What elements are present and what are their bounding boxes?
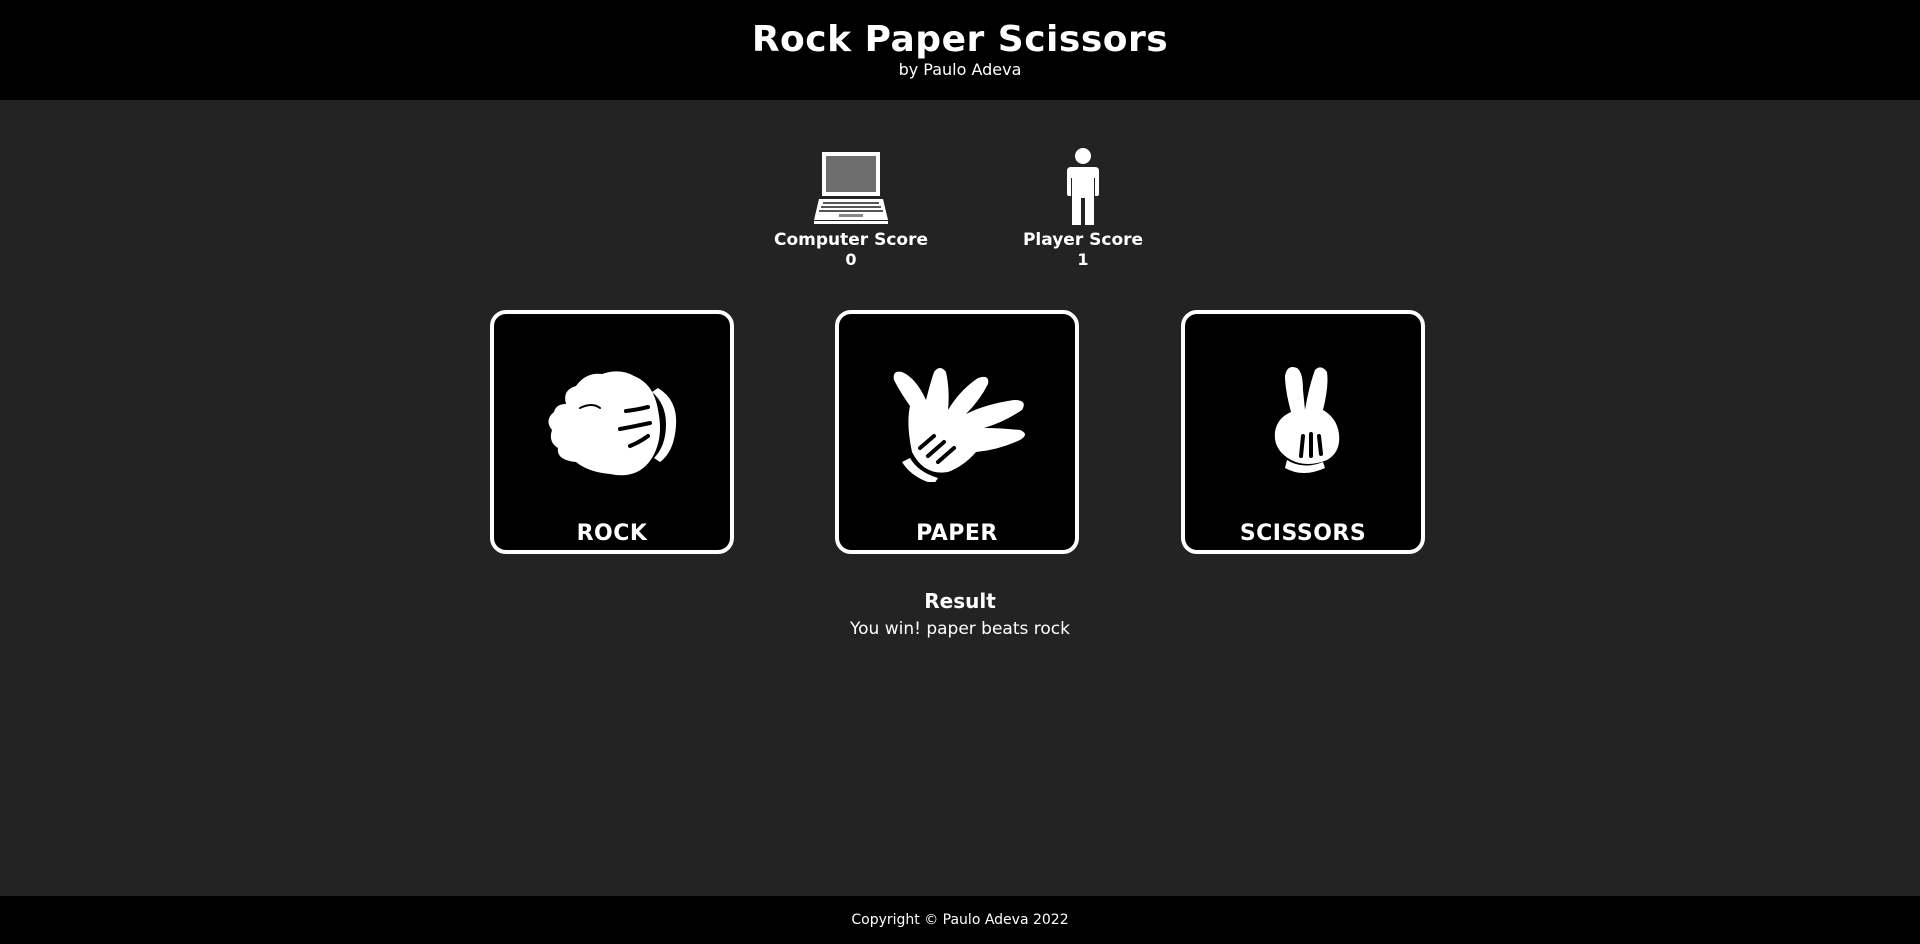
- paper-button[interactable]: PAPER: [835, 310, 1079, 554]
- fist-hand-icon: [494, 366, 730, 482]
- page-subtitle: by Paulo Adeva: [898, 60, 1022, 79]
- result-heading: Result: [924, 589, 996, 613]
- computer-score-value: 0: [845, 250, 857, 269]
- player-score-value: 1: [1077, 250, 1089, 269]
- rock-label: ROCK: [576, 521, 648, 546]
- player-score-label: Player Score: [1022, 230, 1144, 250]
- open-hand-icon: [839, 366, 1075, 482]
- rock-button[interactable]: ROCK: [490, 310, 734, 554]
- page: Rock Paper Scissors by Paulo Adeva Compu…: [0, 0, 1920, 944]
- scissors-button[interactable]: SCISSORS: [1181, 310, 1425, 554]
- scoreboard: Computer Score 0 Player Score 1: [0, 146, 1920, 276]
- person-icon: [983, 146, 1183, 226]
- footer: Copyright © Paulo Adeva 2022: [0, 896, 1920, 944]
- copyright-text: Copyright © Paulo Adeva 2022: [851, 912, 1069, 928]
- computer-score: Computer Score 0: [751, 146, 951, 270]
- player-score: Player Score 1: [983, 146, 1183, 270]
- laptop-icon: [751, 146, 951, 226]
- peace-hand-icon: [1185, 366, 1421, 482]
- page-title: Rock Paper Scissors: [751, 19, 1169, 60]
- scissors-label: SCISSORS: [1239, 521, 1367, 546]
- result-text: You win! paper beats rock: [850, 619, 1070, 639]
- computer-score-label: Computer Score: [773, 230, 928, 250]
- paper-label: PAPER: [916, 521, 998, 546]
- header: Rock Paper Scissors by Paulo Adeva: [0, 0, 1920, 100]
